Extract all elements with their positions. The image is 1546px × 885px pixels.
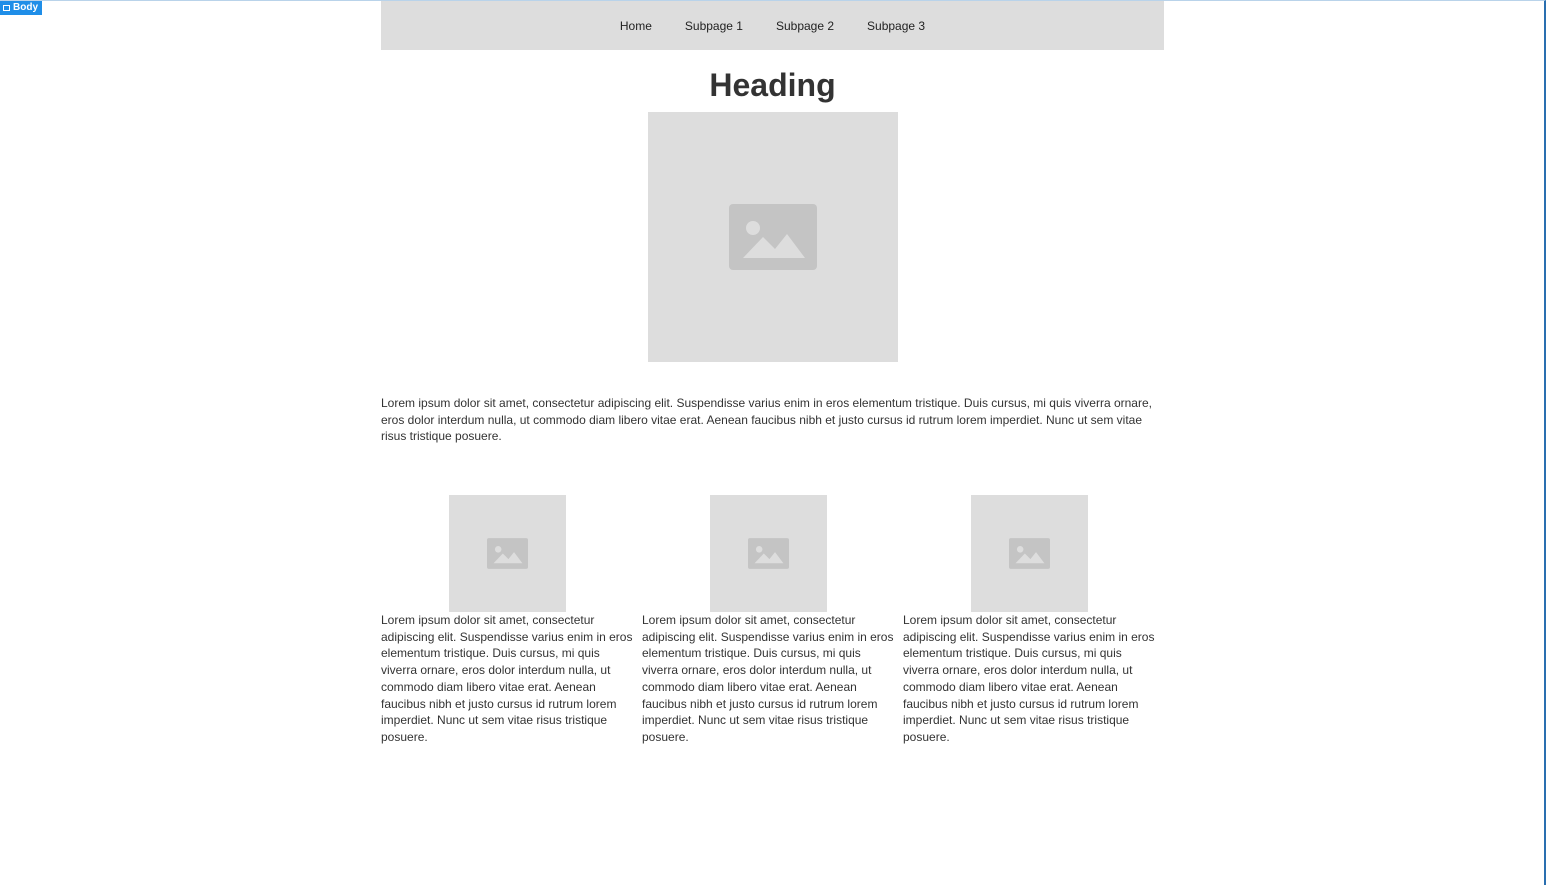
intro-paragraph: Lorem ipsum dolor sit amet, consectetur … — [381, 396, 1152, 444]
image-placeholder-icon — [1009, 538, 1050, 569]
image-placeholder-icon — [748, 538, 789, 569]
hero-image — [648, 112, 898, 362]
feature-text-3: Lorem ipsum dolor sit amet, consectetur … — [903, 613, 1155, 744]
image-placeholder-icon — [487, 538, 528, 569]
nav-link-subpage-2[interactable]: Subpage 2 — [759, 18, 850, 34]
top-navigation: Home Subpage 1 Subpage 2 Subpage 3 — [381, 1, 1164, 50]
nav-link-subpage-1[interactable]: Subpage 1 — [668, 18, 759, 34]
feature-column-1: Lorem ipsum dolor sit amet, consectetur … — [381, 495, 634, 746]
nav-link-home[interactable]: Home — [603, 18, 668, 34]
feature-image-3 — [971, 495, 1088, 612]
window-icon — [3, 5, 10, 11]
feature-text-2: Lorem ipsum dolor sit amet, consectetur … — [642, 613, 894, 744]
feature-image-2 — [710, 495, 827, 612]
page-heading: Heading — [709, 67, 836, 103]
feature-column-3: Lorem ipsum dolor sit amet, consectetur … — [903, 495, 1156, 746]
body-element-badge: Body — [0, 1, 42, 15]
feature-image-1 — [449, 495, 566, 612]
image-placeholder-icon — [729, 204, 817, 270]
nav-link-subpage-3[interactable]: Subpage 3 — [851, 18, 942, 34]
feature-column-2: Lorem ipsum dolor sit amet, consectetur … — [642, 495, 895, 746]
feature-text-1: Lorem ipsum dolor sit amet, consectetur … — [381, 613, 633, 744]
body-badge-label: Body — [13, 2, 38, 13]
